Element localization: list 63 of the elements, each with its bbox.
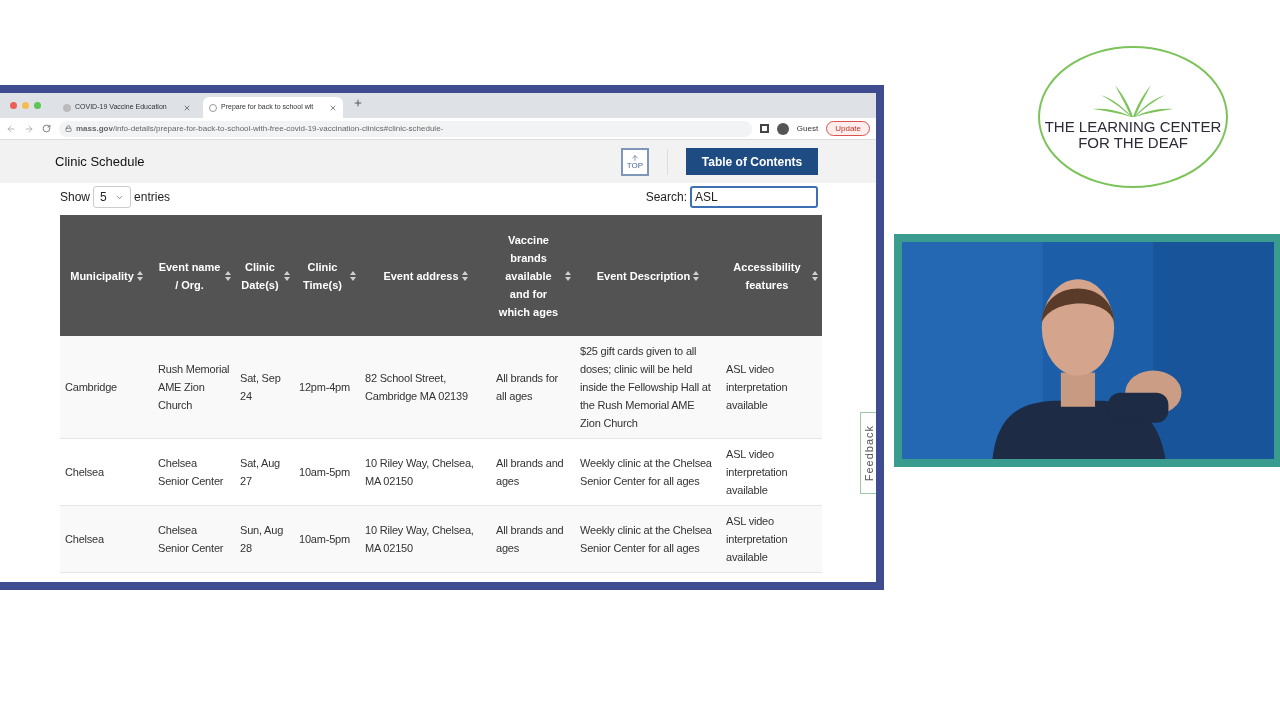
table-cell-text: 12pm-4pm — [298, 380, 351, 395]
table-cell-text: 10am-5pm — [298, 465, 351, 480]
column-header[interactable]: Vaccine brands available and for which ages — [491, 215, 575, 336]
sort-icon[interactable] — [461, 270, 468, 281]
table-of-contents-button[interactable]: Table of Contents — [686, 148, 818, 175]
table-cell-text: 10 Riley Way, Chelsea, MA 02150 — [364, 523, 475, 556]
column-header[interactable]: Event Description — [575, 215, 721, 336]
feedback-tab[interactable]: Feedback — [860, 412, 876, 494]
table-cell-text: All brands and ages — [495, 523, 565, 556]
favicon-icon — [63, 103, 71, 112]
table-cell-text: All brands for all ages — [495, 371, 559, 404]
sidebar-icon[interactable] — [759, 124, 769, 133]
show-label: Show — [60, 189, 91, 206]
table-cell-text: Weekly clinic at the Chelsea Senior Center for all ages — [579, 456, 713, 489]
column-header[interactable]: Accessibility features — [721, 215, 822, 336]
table-cell-text: Sat, Aug 27 — [239, 456, 281, 489]
profile-label: Guest — [796, 122, 819, 135]
sort-icon[interactable] — [565, 270, 571, 281]
logo-text: THE LEARNING CENTER — [1044, 119, 1222, 135]
lock-icon — [65, 125, 72, 132]
column-header[interactable]: Event address — [360, 215, 491, 336]
entries-select[interactable]: 5 — [93, 186, 132, 208]
table-cell-text: Chelsea Senior Center — [157, 523, 225, 556]
search-label: Search: — [645, 189, 687, 206]
top-button[interactable]: TOP — [621, 147, 649, 176]
table-cell-text: ASL video interpretation available — [725, 514, 789, 565]
search-field[interactable]: ASL — [690, 186, 818, 208]
table-cell-text: Chelsea — [64, 465, 105, 480]
table-cell-text: Rush Memorial AME Zion Church — [157, 362, 231, 413]
close-icon[interactable] — [183, 103, 191, 112]
table-cell-text: Chelsea — [64, 532, 105, 547]
table-cell-text: $25 gift cards given to all doses; clinic will be held inside the Fellowship Hall at the Rush Memorial AME Zion Church — [579, 344, 712, 431]
column-header[interactable]: Clinic Date(s) — [235, 215, 294, 336]
table-cell-text: Chelsea Senior Center — [157, 456, 225, 489]
column-header[interactable]: Clinic Time(s) — [294, 215, 360, 336]
table-cell-text: Sun, Aug 28 — [239, 523, 285, 556]
sort-icon[interactable] — [225, 270, 231, 281]
sort-icon[interactable] — [812, 270, 818, 281]
sort-icon[interactable] — [350, 270, 356, 281]
sort-icon[interactable] — [136, 270, 143, 281]
up-arrow-icon — [631, 153, 639, 162]
entries-label: entries — [134, 189, 172, 206]
column-header[interactable]: Event name / Org. — [153, 215, 235, 336]
table-cell-text: ASL video interpretation available — [725, 447, 789, 498]
sort-icon[interactable] — [693, 270, 700, 281]
table-cell-text: All brands and ages — [495, 456, 565, 489]
column-header[interactable]: Municipality — [60, 215, 153, 336]
sort-icon[interactable] — [284, 270, 290, 281]
table-cell-text: ASL video interpretation available — [725, 362, 789, 413]
section-title: Clinic Schedule — [55, 152, 146, 171]
table-cell-text: Weekly clinic at the Chelsea Senior Center for all ages — [579, 523, 713, 556]
table-cell-text: 10am-5pm — [298, 532, 351, 547]
close-icon[interactable] — [329, 103, 337, 112]
table-cell-text: Sat, Sep 24 — [239, 371, 282, 404]
url-field[interactable]: mass.gov/info-details/prepare-for-back-to-school-with-free-covid-19-vaccination-clinics#clinic-schedule- — [59, 120, 752, 137]
profile-icon[interactable] — [776, 122, 789, 135]
table-cell-text: 10 Riley Way, Chelsea, MA 02150 — [364, 456, 475, 489]
new-tab-icon[interactable] — [353, 98, 363, 108]
table-cell-text: Cambridge — [64, 380, 118, 395]
reload-icon[interactable] — [42, 124, 51, 133]
table-cell-text: 82 School Street, Cambridge MA 02139 — [364, 371, 469, 404]
logo-text: FOR THE DEAF — [1078, 135, 1188, 151]
update-button[interactable]: Update — [826, 121, 870, 136]
